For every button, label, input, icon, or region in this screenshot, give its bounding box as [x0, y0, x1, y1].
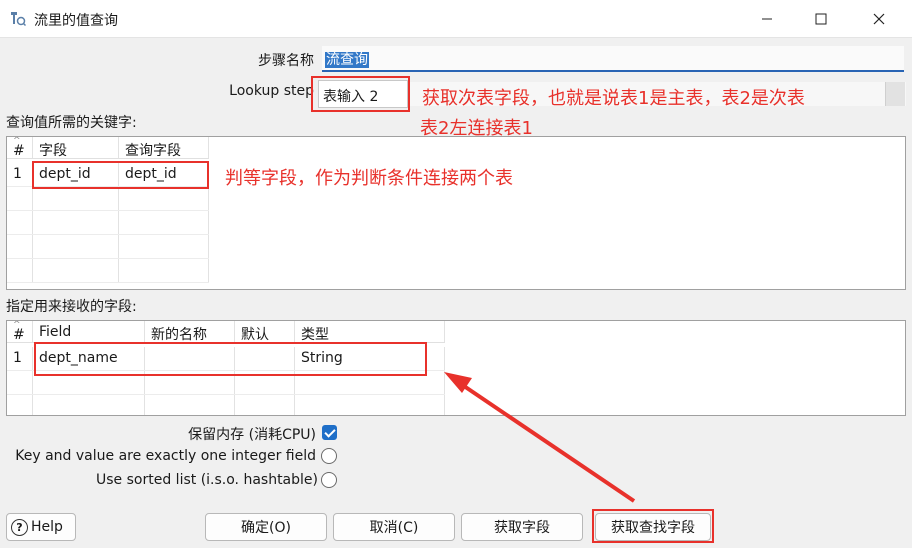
- get-lookup-fields-button[interactable]: 获取查找字段: [595, 513, 711, 541]
- get-fields-button[interactable]: 获取字段: [461, 513, 583, 541]
- ok-button-label: 确定(O): [241, 520, 291, 536]
- get-lookup-fields-button-label: 获取查找字段: [611, 520, 695, 536]
- annotation-arrow: [444, 372, 636, 503]
- cancel-button[interactable]: 取消(C): [333, 513, 455, 541]
- help-icon: ?: [11, 518, 28, 536]
- help-button[interactable]: ? Help: [6, 513, 76, 541]
- cancel-button-label: 取消(C): [369, 520, 419, 536]
- ok-button[interactable]: 确定(O): [205, 513, 327, 541]
- help-button-label: Help: [31, 519, 63, 535]
- get-fields-button-label: 获取字段: [494, 520, 550, 536]
